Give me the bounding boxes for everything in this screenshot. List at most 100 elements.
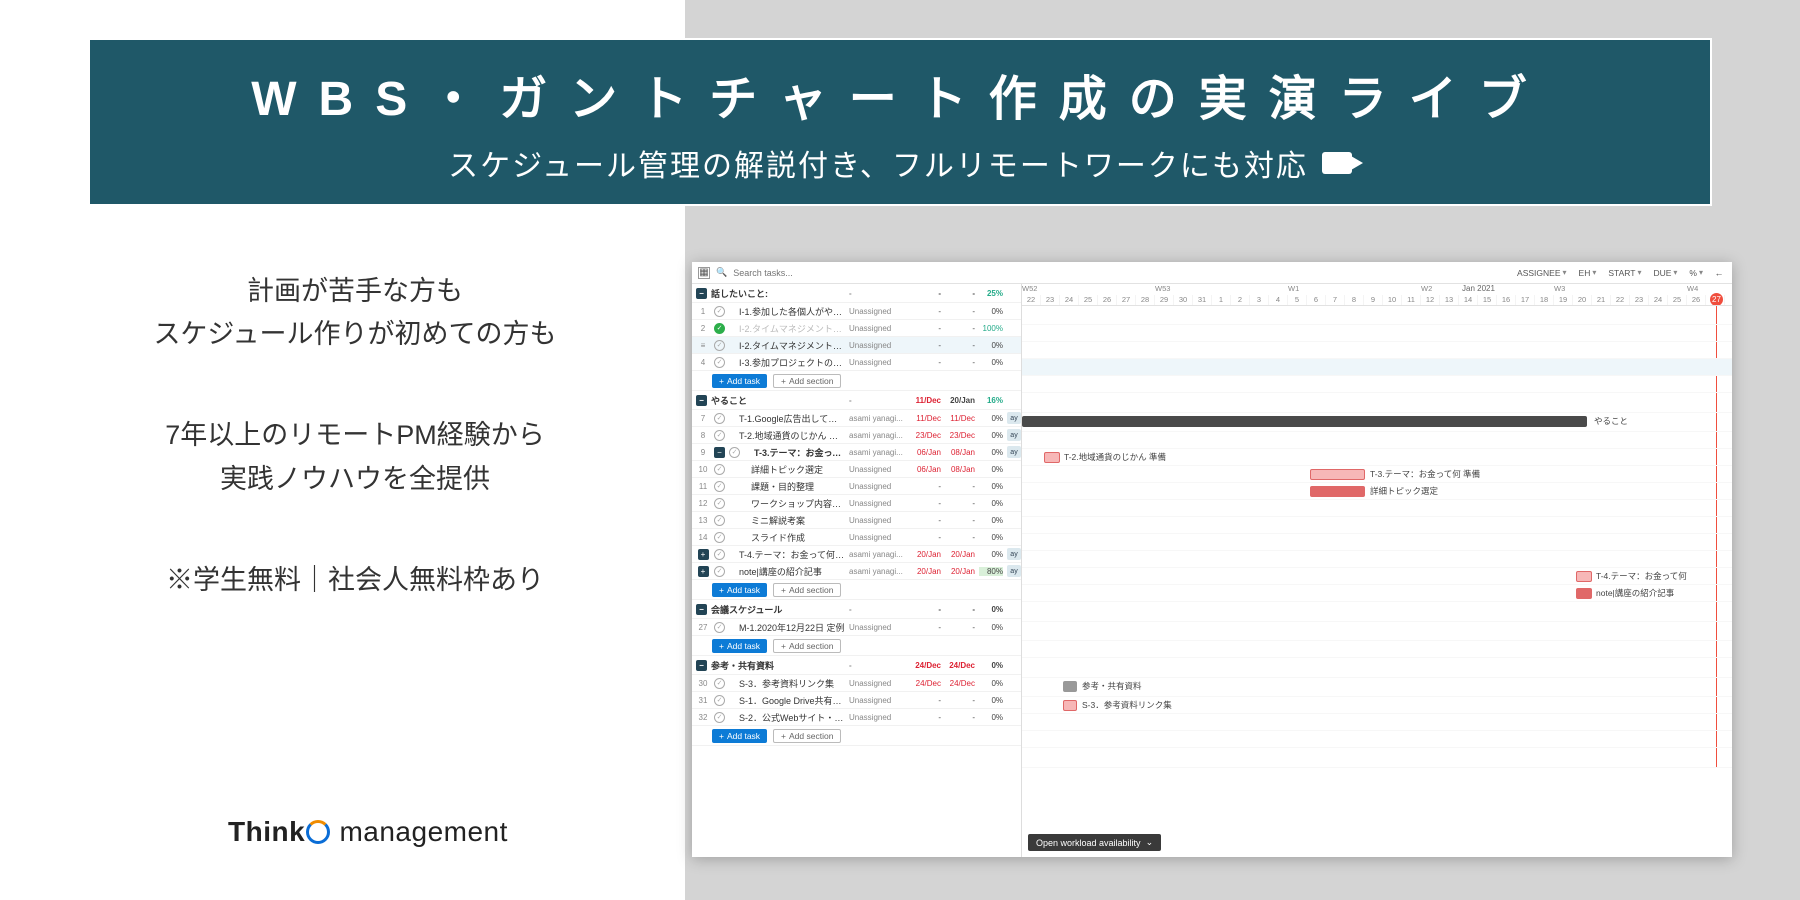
collapse-icon[interactable]: − bbox=[714, 447, 725, 458]
task-row[interactable]: +✓T-4.テーマ：お金って何 W...asami yanagi...20/Ja… bbox=[692, 546, 1021, 563]
gantt-bar[interactable] bbox=[1576, 571, 1592, 582]
copy-line: 実践ノウハウを全提供 bbox=[75, 458, 635, 501]
add-section-button[interactable]: + Add section bbox=[773, 583, 841, 597]
day-cell: 25 bbox=[1668, 295, 1687, 306]
expand-icon[interactable]: + bbox=[698, 549, 709, 560]
section-row[interactable]: − 会議スケジュール --- 0% bbox=[692, 600, 1021, 619]
task-name: M-1.2020年12月22日 定例 bbox=[729, 621, 845, 634]
day-cell: 12 bbox=[1421, 295, 1440, 306]
task-row[interactable]: 9−✓T-3.テーマ：お金って何 準備asami yanagi...06/Jan… bbox=[692, 444, 1021, 461]
task-row[interactable]: 12✓ワークショップ内容考案Unassigned--0% bbox=[692, 495, 1021, 512]
gantt-bar-section[interactable] bbox=[1022, 416, 1587, 427]
add-task-button[interactable]: + Add task bbox=[712, 583, 767, 597]
check-icon[interactable]: ✓ bbox=[714, 678, 725, 689]
task-row[interactable]: 13✓ミニ解説考案Unassigned--0% bbox=[692, 512, 1021, 529]
chevron-down-icon: ⌄ bbox=[1146, 837, 1154, 848]
check-icon[interactable]: ✓ bbox=[714, 481, 725, 492]
check-icon[interactable]: ✓ bbox=[714, 498, 725, 509]
add-task-button[interactable]: + Add task bbox=[712, 729, 767, 743]
filter-icon[interactable]: ▾ bbox=[1637, 268, 1641, 277]
task-row[interactable]: 2✓I-2.タイムマネジメントの方...Unassigned--100% bbox=[692, 320, 1021, 337]
gantt-bar[interactable] bbox=[1576, 588, 1592, 599]
gantt-bar-section[interactable] bbox=[1063, 681, 1077, 692]
check-icon[interactable]: ✓ bbox=[714, 695, 725, 706]
col-assignee[interactable]: ASSIGNEE▾ bbox=[1514, 268, 1569, 278]
task-row[interactable]: 11✓課題・目的整理Unassigned--0% bbox=[692, 478, 1021, 495]
check-icon[interactable]: ✓ bbox=[714, 566, 725, 577]
day-cell: 25 bbox=[1079, 295, 1098, 306]
task-row[interactable]: 30✓S-3．参考資料リンク集Unassigned24/Dec24/Dec0% bbox=[692, 675, 1021, 692]
add-section-button[interactable]: + Add section bbox=[773, 729, 841, 743]
add-task-button[interactable]: + Add task bbox=[712, 639, 767, 653]
gantt-rows: やること T-2.地域通貨のじかん 準備 T-3.テーマ：お金って何 準備 詳細… bbox=[1022, 306, 1732, 768]
collapse-icon[interactable]: − bbox=[696, 604, 707, 615]
check-icon[interactable]: ✓ bbox=[714, 306, 725, 317]
check-icon[interactable]: ✓ bbox=[714, 712, 725, 723]
check-icon[interactable]: ✓ bbox=[714, 413, 725, 424]
task-row[interactable]: 1✓I-1.参加した各個人がやりた...Unassigned--0% bbox=[692, 303, 1021, 320]
check-done-icon[interactable]: ✓ bbox=[714, 323, 725, 334]
open-workload-button[interactable]: Open workload availability⌄ bbox=[1028, 834, 1161, 851]
section-row[interactable]: − 話したいこと: --- 25% bbox=[692, 284, 1021, 303]
copy-note: ※学生無料｜社会人無料枠あり bbox=[75, 559, 635, 602]
gantt-bar[interactable] bbox=[1310, 486, 1365, 497]
task-row[interactable]: 10✓詳細トピック選定Unassigned06/Jan08/Jan0% bbox=[692, 461, 1021, 478]
add-task-button[interactable]: + Add task bbox=[712, 374, 767, 388]
week-cell: W53 bbox=[1155, 284, 1170, 293]
check-icon[interactable]: ✓ bbox=[714, 464, 725, 475]
check-icon[interactable]: ✓ bbox=[714, 549, 725, 560]
filter-icon[interactable]: ▾ bbox=[1699, 268, 1703, 277]
task-name: T-3.テーマ：お金って何 準備 bbox=[744, 446, 845, 459]
task-row-selected[interactable]: ≡✓I-2.タイムマネジメントの解...Unassigned--0% bbox=[692, 337, 1021, 354]
filter-icon[interactable]: ▾ bbox=[1592, 268, 1596, 277]
check-icon[interactable]: ✓ bbox=[714, 357, 725, 368]
col-start[interactable]: START▾ bbox=[1605, 268, 1644, 278]
task-name: I-2.タイムマネジメントの解... bbox=[729, 339, 845, 352]
gantt-bar[interactable] bbox=[1063, 700, 1077, 711]
task-name: ワークショップ内容考案 bbox=[729, 497, 845, 510]
check-icon[interactable]: ✓ bbox=[729, 447, 740, 458]
col-eh[interactable]: EH▾ bbox=[1576, 268, 1600, 278]
add-section-button[interactable]: + Add section bbox=[773, 639, 841, 653]
check-icon[interactable]: ✓ bbox=[714, 622, 725, 633]
collapse-icon[interactable]: − bbox=[696, 660, 707, 671]
task-row[interactable]: 8✓T-2.地域通貨のじかん 準備asami yanagi...23/Dec23… bbox=[692, 427, 1021, 444]
task-row[interactable]: 7✓T-1.Google広告出してみるasami yanagi...11/Dec… bbox=[692, 410, 1021, 427]
search-input[interactable] bbox=[733, 268, 853, 278]
gantt-bar-label: T-4.テーマ：お金って何 bbox=[1596, 570, 1687, 582]
gantt-chart-pane[interactable]: W52W53W1W2W3W4 Jan 2021 2223242526272829… bbox=[1022, 284, 1732, 857]
task-row[interactable]: 32✓S-2．公式Webサイト・SNS...Unassigned--0% bbox=[692, 709, 1021, 726]
filter-icon[interactable]: ▾ bbox=[1673, 268, 1677, 277]
collapse-icon[interactable]: − bbox=[696, 395, 707, 406]
task-row[interactable]: 27✓M-1.2020年12月22日 定例Unassigned--0% bbox=[692, 619, 1021, 636]
collapse-icon[interactable]: − bbox=[696, 288, 707, 299]
day-cell: 23 bbox=[1041, 295, 1060, 306]
check-icon[interactable]: ✓ bbox=[714, 515, 725, 526]
day-cell: 2 bbox=[1231, 295, 1250, 306]
gantt-bar-label: note|講座の紹介記事 bbox=[1596, 587, 1674, 599]
add-section-button[interactable]: + Add section bbox=[773, 374, 841, 388]
filter-icon[interactable]: ▾ bbox=[1563, 268, 1567, 277]
col-pct[interactable]: %▾ bbox=[1686, 268, 1706, 278]
gantt-bar[interactable] bbox=[1310, 469, 1365, 480]
hero-subtitle-text: スケジュール管理の解説付き、フルリモートワークにも対応 bbox=[448, 141, 1308, 185]
section-row[interactable]: − やること -11/Dec20/Jan 16% bbox=[692, 391, 1021, 410]
col-due[interactable]: DUE▾ bbox=[1650, 268, 1680, 278]
section-row[interactable]: − 参考・共有資料 -24/Dec24/Dec 0% bbox=[692, 656, 1021, 675]
check-icon[interactable]: ✓ bbox=[714, 430, 725, 441]
task-row[interactable]: 14✓スライド作成Unassigned--0% bbox=[692, 529, 1021, 546]
task-name: I-1.参加した各個人がやりた... bbox=[729, 305, 845, 318]
task-row[interactable]: 4✓I-3.参加プロジェクトの選定Unassigned--0% bbox=[692, 354, 1021, 371]
gantt-bar-label: 詳細トピック選定 bbox=[1370, 485, 1438, 497]
gantt-bar[interactable] bbox=[1044, 452, 1060, 463]
expand-icon[interactable]: + bbox=[698, 566, 709, 577]
day-cell: 15 bbox=[1478, 295, 1497, 306]
check-icon[interactable]: ✓ bbox=[714, 532, 725, 543]
drag-handle-icon[interactable]: ≡ bbox=[696, 341, 710, 350]
collapse-left-button[interactable]: ← bbox=[1712, 268, 1726, 278]
task-row[interactable]: 31✓S-1．Google Drive共有フォ...Unassigned--0% bbox=[692, 692, 1021, 709]
avatar: ay bbox=[1007, 548, 1021, 560]
expand-all-button[interactable]: ▦ bbox=[698, 267, 710, 279]
check-icon[interactable]: ✓ bbox=[714, 340, 725, 351]
task-row[interactable]: +✓note|講座の紹介記事asami yanagi...20/Jan20/Ja… bbox=[692, 563, 1021, 580]
